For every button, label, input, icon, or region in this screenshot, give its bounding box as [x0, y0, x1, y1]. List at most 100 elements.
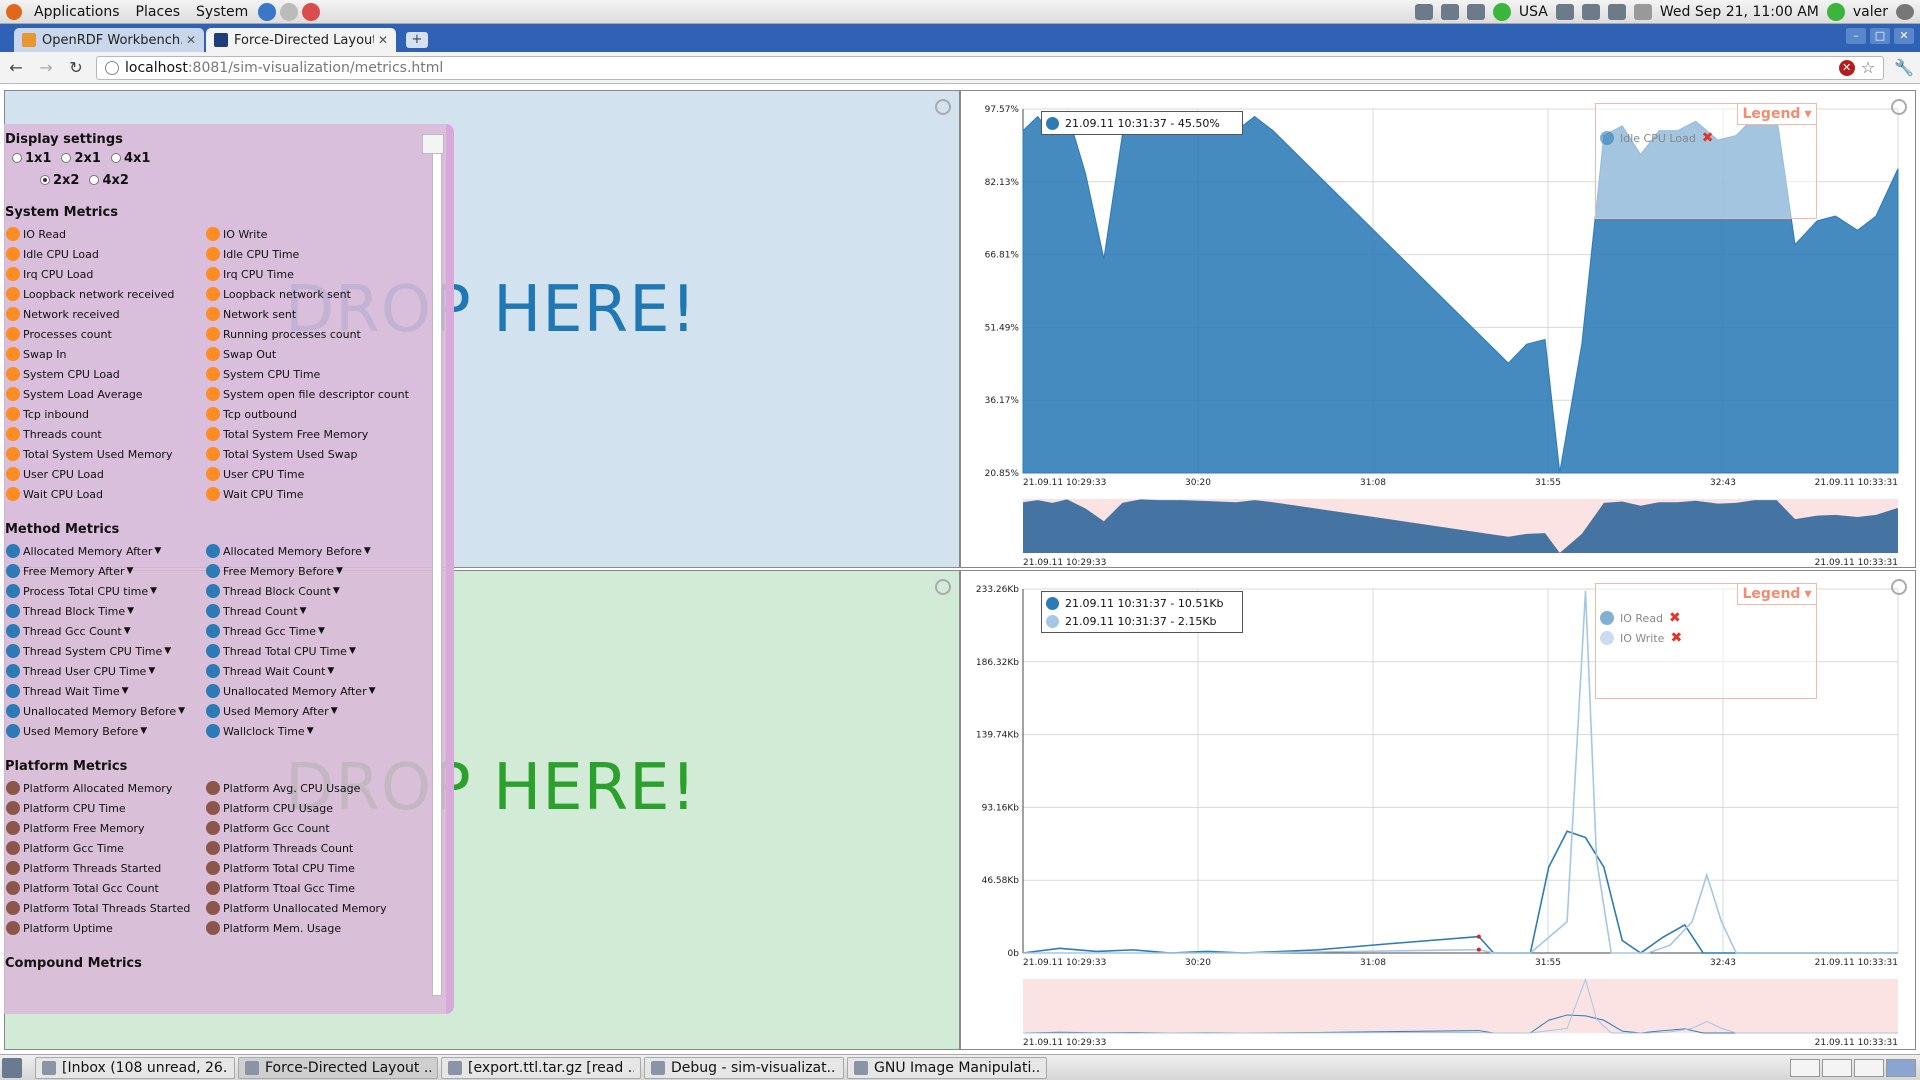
metric-thread-user-cpu-time[interactable]: Thread User CPU Time ▼ — [4, 661, 204, 681]
reload-button[interactable]: ↻ — [66, 58, 86, 77]
metric-drag-handle-icon[interactable] — [6, 487, 20, 501]
metric-drag-handle-icon[interactable] — [206, 861, 220, 875]
palette-scrollbar[interactable] — [432, 134, 442, 996]
metric-drag-handle-icon[interactable] — [206, 704, 220, 718]
palette-scroll-thumb[interactable] — [422, 134, 444, 154]
tray-check-icon[interactable] — [1492, 2, 1511, 21]
chevron-down-icon[interactable]: ▼ — [333, 586, 340, 596]
metric-network-sent[interactable]: Network sent — [204, 304, 404, 324]
taskbar-item[interactable]: [Inbox (108 unread, 26... — [35, 1056, 235, 1079]
radio-button[interactable] — [61, 153, 72, 163]
tab-force-directed-layout[interactable]: Force-Directed Layout ✕ — [206, 28, 396, 52]
workspace[interactable] — [1822, 1058, 1852, 1077]
metric-platform-mem-usage[interactable]: Platform Mem. Usage — [204, 918, 404, 938]
metric-drag-handle-icon[interactable] — [6, 881, 20, 895]
metric-platform-unallocated-memory[interactable]: Platform Unallocated Memory — [204, 898, 404, 918]
remove-series-icon[interactable]: ✖ — [1670, 630, 1682, 646]
metric-used-memory-after[interactable]: Used Memory After ▼ — [204, 701, 404, 721]
clock[interactable]: Wed Sep 21, 11:00 AM — [1660, 4, 1819, 20]
metric-drag-handle-icon[interactable] — [206, 467, 220, 481]
wrench-menu-icon[interactable]: 🔧 — [1894, 58, 1914, 77]
chevron-down-icon[interactable]: ▼ — [148, 666, 155, 676]
volume-icon[interactable] — [1607, 3, 1626, 20]
metric-wallclock-time[interactable]: Wallclock Time ▼ — [204, 721, 404, 741]
metric-drag-handle-icon[interactable] — [206, 447, 220, 461]
metric-drag-handle-icon[interactable] — [6, 901, 20, 915]
chevron-down-icon[interactable]: ▼ — [122, 686, 129, 696]
metric-drag-handle-icon[interactable] — [6, 604, 20, 618]
metric-thread-block-time[interactable]: Thread Block Time ▼ — [4, 601, 204, 621]
chevron-down-icon[interactable]: ▼ — [127, 606, 134, 616]
chevron-down-icon[interactable]: ▼ — [364, 546, 371, 556]
metric-drag-handle-icon[interactable] — [6, 644, 20, 658]
metric-platform-total-threads-started[interactable]: Platform Total Threads Started — [4, 898, 204, 918]
gear-icon[interactable] — [935, 99, 951, 115]
metric-palette[interactable]: Display settings 1x1 2x1 4x1 2x2 4x2 System… — [4, 124, 454, 1014]
metric-drag-handle-icon[interactable] — [206, 821, 220, 835]
metric-platform-uptime[interactable]: Platform Uptime — [4, 918, 204, 938]
metric-drag-handle-icon[interactable] — [206, 664, 220, 678]
metric-drag-handle-icon[interactable] — [206, 841, 220, 855]
tray-network-icon[interactable] — [1440, 3, 1459, 20]
metric-platform-allocated-memory[interactable]: Platform Allocated Memory — [4, 778, 204, 798]
metric-irq-cpu-load[interactable]: Irq CPU Load — [4, 264, 204, 284]
metric-wait-cpu-load[interactable]: Wait CPU Load — [4, 484, 204, 504]
metric-drag-handle-icon[interactable] — [6, 584, 20, 598]
remove-series-icon[interactable]: ✖ — [1669, 610, 1681, 626]
chevron-down-icon[interactable]: ▼ — [150, 586, 157, 596]
metric-swap-out[interactable]: Swap Out — [204, 344, 404, 364]
page-info-icon[interactable] — [105, 60, 119, 75]
metric-platform-total-gcc-count[interactable]: Platform Total Gcc Count — [4, 878, 204, 898]
metric-idle-cpu-load[interactable]: Idle CPU Load — [4, 244, 204, 264]
metric-unallocated-memory-before[interactable]: Unallocated Memory Before ▼ — [4, 701, 204, 721]
metric-drag-handle-icon[interactable] — [206, 684, 220, 698]
gear-icon[interactable] — [1891, 99, 1907, 115]
chevron-down-icon[interactable]: ▼ — [336, 566, 343, 576]
chevron-down-icon[interactable]: ▼ — [327, 666, 334, 676]
taskbar-item[interactable]: [export.ttl.tar.gz [read ... — [441, 1056, 641, 1079]
metric-total-system-used-swap[interactable]: Total System Used Swap — [204, 444, 404, 464]
metric-thread-wait-count[interactable]: Thread Wait Count ▼ — [204, 661, 404, 681]
legend-button[interactable]: Legend ▾ — [1737, 103, 1817, 125]
workspace[interactable] — [1790, 1058, 1820, 1077]
metric-drag-handle-icon[interactable] — [206, 604, 220, 618]
chrome-launcher-icon[interactable] — [258, 2, 277, 21]
radio-button[interactable] — [110, 153, 121, 163]
metric-network-received[interactable]: Network received — [4, 304, 204, 324]
metric-unallocated-memory-after[interactable]: Unallocated Memory After ▼ — [204, 681, 404, 701]
metric-system-open-file-descriptor-count[interactable]: System open file descriptor count — [204, 384, 409, 404]
places-menu[interactable]: Places — [128, 0, 189, 23]
chevron-down-icon[interactable]: ▼ — [307, 726, 314, 736]
taskbar-item[interactable]: GNU Image Manipulati... — [847, 1056, 1047, 1079]
chevron-down-icon[interactable]: ▼ — [127, 566, 134, 576]
metric-drag-handle-icon[interactable] — [6, 624, 20, 638]
metric-platform-cpu-usage[interactable]: Platform CPU Usage — [204, 798, 404, 818]
metric-drag-handle-icon[interactable] — [206, 487, 220, 501]
metric-drag-handle-icon[interactable] — [6, 801, 20, 815]
metric-drag-handle-icon[interactable] — [6, 724, 20, 738]
metric-drag-handle-icon[interactable] — [206, 367, 220, 381]
applications-menu[interactable]: Applications — [26, 0, 128, 23]
metric-free-memory-before[interactable]: Free Memory Before ▼ — [204, 561, 404, 581]
gear-icon[interactable] — [935, 579, 951, 595]
workspace[interactable] — [1886, 1058, 1916, 1077]
metric-used-memory-before[interactable]: Used Memory Before ▼ — [4, 721, 204, 741]
metric-loopback-network-sent[interactable]: Loopback network sent — [204, 284, 404, 304]
metric-drag-handle-icon[interactable] — [206, 801, 220, 815]
bookmark-star-icon[interactable]: ☆ — [1861, 58, 1875, 77]
metric-system-cpu-time[interactable]: System CPU Time — [204, 364, 404, 384]
metric-platform-total-cpu-time[interactable]: Platform Total CPU Time — [204, 858, 404, 878]
metric-system-load-average[interactable]: System Load Average — [4, 384, 204, 404]
metric-thread-block-count[interactable]: Thread Block Count ▼ — [204, 581, 404, 601]
layout-option-2x2[interactable]: 2x2 — [40, 173, 79, 188]
metric-platform-ttoal-gcc-time[interactable]: Platform Ttoal Gcc Time — [204, 878, 404, 898]
metric-drag-handle-icon[interactable] — [6, 821, 20, 835]
metric-platform-free-memory[interactable]: Platform Free Memory — [4, 818, 204, 838]
metric-thread-system-cpu-time[interactable]: Thread System CPU Time ▼ — [4, 641, 204, 661]
metric-thread-gcc-count[interactable]: Thread Gcc Count ▼ — [4, 621, 204, 641]
metric-drag-handle-icon[interactable] — [206, 227, 220, 241]
layout-option-2x1[interactable]: 2x1 — [61, 151, 101, 166]
metric-drag-handle-icon[interactable] — [206, 724, 220, 738]
metric-drag-handle-icon[interactable] — [206, 564, 220, 578]
legend-button[interactable]: Legend ▾ — [1737, 583, 1817, 605]
